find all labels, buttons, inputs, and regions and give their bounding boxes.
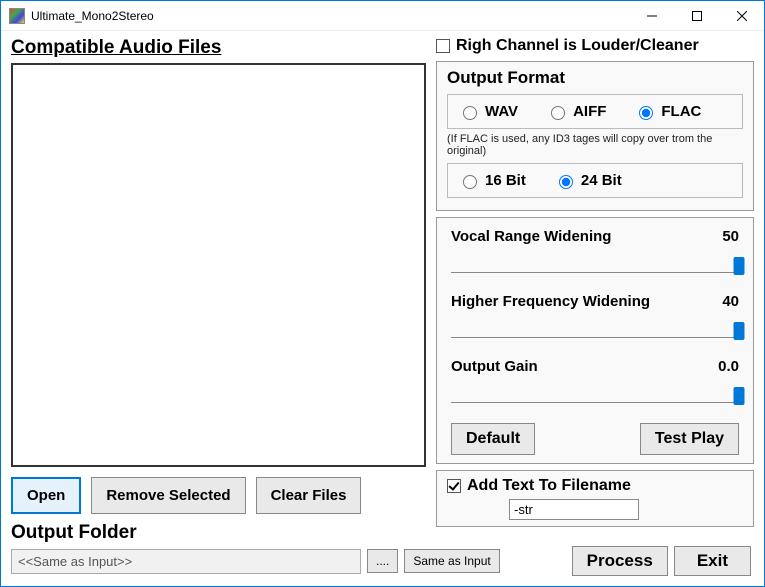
format-flac-radio[interactable]: FLAC [634,103,701,120]
hf-value: 40 [722,293,739,310]
right-panel: Righ Channel is Louder/Cleaner Output Fo… [436,37,754,576]
vocal-value: 50 [722,228,739,245]
filename-group: Add Text To Filename [436,470,754,527]
window-title: Ultimate_Mono2Stereo [31,9,154,23]
checkbox-icon [436,39,450,53]
flac-note: (If FLAC is used, any ID3 tages will cop… [447,133,743,157]
open-button[interactable]: Open [11,477,81,514]
hf-slider-group: Higher Frequency Widening 40 [451,293,739,338]
titlebar: Ultimate_Mono2Stereo [1,1,764,31]
vocal-slider-group: Vocal Range Widening 50 [451,228,739,273]
clear-files-button[interactable]: Clear Files [256,477,362,514]
output-format-group: Output Format WAV AIFF FLAC (If FLAC is … [436,61,754,211]
test-play-button[interactable]: Test Play [640,423,739,455]
browse-folder-button[interactable]: .... [367,549,398,573]
hf-slider[interactable] [451,318,739,338]
hf-label: Higher Frequency Widening [451,293,650,310]
app-window: Ultimate_Mono2Stereo Compatible Audio Fi… [0,0,765,587]
output-folder-field[interactable]: <<Same as Input>> [11,549,361,574]
close-button[interactable] [719,1,764,30]
file-listbox[interactable] [11,63,426,467]
format-aiff-radio[interactable]: AIFF [546,103,606,120]
app-icon [9,8,25,24]
checkbox-icon [447,479,461,493]
maximize-icon [692,11,702,21]
slider-thumb-icon [734,387,745,405]
remove-selected-button[interactable]: Remove Selected [91,477,245,514]
minimize-icon [647,11,657,21]
vocal-label: Vocal Range Widening [451,228,611,245]
right-channel-checkbox[interactable]: Righ Channel is Louder/Cleaner [436,37,754,55]
bit-radio-row: 16 Bit 24 Bit [447,163,743,198]
default-button[interactable]: Default [451,423,535,455]
sliders-group: Vocal Range Widening 50 Higher Frequency… [436,217,754,464]
bit16-radio[interactable]: 16 Bit [458,172,526,189]
minimize-button[interactable] [629,1,674,30]
add-text-checkbox[interactable]: Add Text To Filename [447,477,743,495]
left-panel: Compatible Audio Files Open Remove Selec… [11,37,426,576]
close-icon [737,11,747,21]
filename-suffix-input[interactable] [509,499,639,520]
output-folder-label: Output Folder [11,522,426,544]
maximize-button[interactable] [674,1,719,30]
gain-slider-group: Output Gain 0.0 [451,358,739,403]
gain-value: 0.0 [718,358,739,375]
format-wav-radio[interactable]: WAV [458,103,518,120]
vocal-slider[interactable] [451,253,739,273]
right-channel-label: Righ Channel is Louder/Cleaner [456,37,699,55]
slider-thumb-icon [734,257,745,275]
bit24-radio[interactable]: 24 Bit [554,172,622,189]
content-area: Compatible Audio Files Open Remove Selec… [1,31,764,586]
files-heading: Compatible Audio Files [11,37,426,59]
gain-slider[interactable] [451,383,739,403]
output-format-title: Output Format [447,68,743,88]
add-text-label: Add Text To Filename [467,477,631,495]
format-radio-row: WAV AIFF FLAC [447,94,743,129]
gain-label: Output Gain [451,358,538,375]
slider-thumb-icon [734,322,745,340]
